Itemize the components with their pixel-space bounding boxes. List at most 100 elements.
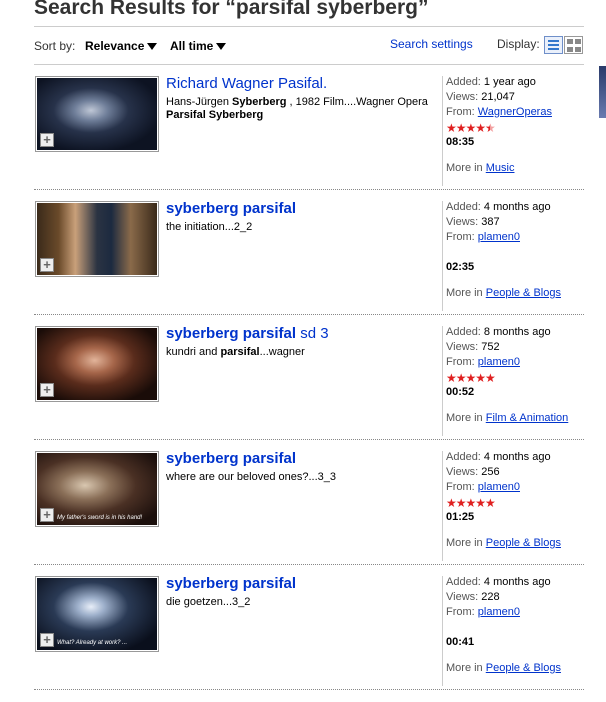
video-description: the initiation...2_2	[166, 221, 431, 234]
uploader-link[interactable]: plamen0	[478, 481, 520, 493]
video-duration: 00:52	[446, 386, 475, 398]
views-label: Views:	[446, 341, 482, 353]
video-title-link[interactable]: syberberg parsifal	[166, 449, 431, 468]
description-text: where are our beloved ones?...3_3	[166, 471, 337, 483]
video-title-link[interactable]: Richard Wagner Pasifal.	[166, 74, 431, 93]
chevron-down-icon	[147, 43, 158, 50]
sort-dropdown[interactable]: Relevance	[85, 39, 158, 53]
more-in-label: More in	[446, 662, 486, 674]
more-in-label: More in	[446, 537, 486, 549]
from-label: From:	[446, 356, 478, 368]
add-to-queue-icon[interactable]: +	[40, 508, 54, 522]
description-text: the initiation...2_2	[166, 221, 253, 233]
video-title-link[interactable]: syberberg parsifal sd 3	[166, 324, 431, 343]
uploader: From: plamen0	[446, 481, 520, 493]
description-text: ...wagner	[259, 346, 305, 358]
uploader-link[interactable]: WagnerOperas	[478, 106, 552, 118]
video-duration: 01:25	[446, 511, 475, 523]
views-label: Views:	[446, 91, 482, 103]
description-text: , 1982 Film....Wagner Opera	[286, 96, 428, 108]
views-label: Views:	[446, 466, 482, 478]
result-item: + My father's sword is in his hand! syberb…	[34, 440, 584, 565]
add-to-queue-icon[interactable]: +	[40, 258, 54, 272]
result-item: + What? Already at work? ... syberberg par…	[34, 565, 584, 690]
title-highlight: syberberg parsifal	[166, 200, 297, 217]
add-to-queue-icon[interactable]: +	[40, 633, 54, 647]
video-meta: Added: 4 months ago Views: 387 From: plame…	[442, 201, 584, 311]
added-label: Added:	[446, 576, 484, 588]
uploader: From: plamen0	[446, 231, 520, 243]
views-label: Views:	[446, 216, 482, 228]
list-view-button[interactable]	[544, 36, 563, 54]
views-value: 228	[481, 591, 500, 603]
video-duration: 08:35	[446, 136, 475, 148]
add-to-queue-icon[interactable]: +	[40, 383, 54, 397]
category-link[interactable]: Music	[486, 162, 515, 174]
from-label: From:	[446, 481, 478, 493]
added-value: 4 months ago	[483, 451, 551, 463]
display-label: Display:	[497, 37, 540, 51]
time-dropdown[interactable]: All time	[170, 39, 227, 53]
description-highlight: Syberberg	[232, 96, 287, 108]
video-description: Hans-Jürgen Syberberg , 1982 Film....Wag…	[166, 96, 431, 122]
page-title: Search Results for “parsifal syberberg”	[34, 0, 429, 19]
uploader-link[interactable]: plamen0	[478, 231, 520, 243]
view-count: Views: 256	[446, 466, 500, 478]
time-value: All time	[170, 39, 214, 53]
video-thumbnail[interactable]: +	[35, 76, 159, 152]
category-link[interactable]: People & Blogs	[486, 537, 561, 549]
uploader: From: WagnerOperas	[446, 106, 552, 118]
title-highlight: syberberg parsifal	[166, 325, 297, 342]
video-title-link[interactable]: syberberg parsifal	[166, 199, 431, 218]
added-date: Added: 1 year ago	[446, 76, 536, 88]
description-text: Hans-Jürgen	[166, 96, 233, 108]
description-text: kundri and	[166, 346, 221, 358]
search-settings-link[interactable]: Search settings	[390, 37, 473, 51]
video-thumbnail[interactable]: + My father's sword is in his hand!	[35, 451, 159, 527]
view-count: Views: 228	[446, 591, 500, 603]
thumbnail-image: + What? Already at work? ...	[37, 578, 157, 650]
toolbar: Sort by: Relevance All time Search setti…	[34, 36, 584, 58]
uploader: From: plamen0	[446, 606, 520, 618]
added-label: Added:	[446, 76, 484, 88]
category-link[interactable]: Film & Animation	[486, 412, 569, 424]
result-info: syberberg parsifal sd 3 kundri and parsif…	[166, 324, 431, 359]
video-meta: Added: 1 year ago Views: 21,047 From: Wagn…	[442, 76, 584, 186]
result-item: + Richard Wagner Pasifal. Hans-Jürgen Sybe…	[34, 65, 584, 190]
thumbnail-image: +	[37, 78, 157, 150]
view-count: Views: 752	[446, 341, 500, 353]
category-link[interactable]: People & Blogs	[486, 662, 561, 674]
uploader-link[interactable]: plamen0	[478, 606, 520, 618]
uploader-link[interactable]: plamen0	[478, 356, 520, 368]
video-thumbnail[interactable]: + What? Already at work? ...	[35, 576, 159, 652]
video-title-link[interactable]: syberberg parsifal	[166, 574, 431, 593]
video-thumbnail[interactable]: +	[35, 201, 159, 277]
sort-label: Sort by:	[34, 39, 76, 53]
more-in-label: More in	[446, 412, 486, 424]
video-meta: Added: 8 months ago Views: 752 From: plame…	[442, 326, 584, 436]
star-rating: ★★★★★	[446, 371, 496, 385]
from-label: From:	[446, 106, 478, 118]
title-text: Richard Wagner Pasifal.	[166, 75, 328, 92]
video-description: die goetzen...3_2	[166, 596, 431, 609]
thumbnail-image: + My father's sword is in his hand!	[37, 453, 157, 525]
video-thumbnail[interactable]: +	[35, 326, 159, 402]
result-info: syberberg parsifal the initiation...2_2	[166, 199, 431, 234]
views-value: 752	[481, 341, 500, 353]
add-to-queue-icon[interactable]: +	[40, 133, 54, 147]
result-item: + syberberg parsifal sd 3 kundri and parsi…	[34, 315, 584, 440]
grid-view-button[interactable]	[564, 36, 583, 54]
thumbnail-caption: My father's sword is in his hand!	[57, 515, 143, 521]
side-thumbnail[interactable]	[599, 66, 606, 118]
result-info: syberberg parsifal where are our beloved …	[166, 449, 431, 484]
from-label: From:	[446, 606, 478, 618]
more-in-label: More in	[446, 162, 486, 174]
title-divider	[34, 26, 584, 27]
added-value: 8 months ago	[483, 326, 551, 338]
description-text: die goetzen...3_2	[166, 596, 251, 608]
category-link[interactable]: People & Blogs	[486, 287, 561, 299]
added-label: Added:	[446, 451, 484, 463]
added-label: Added:	[446, 201, 484, 213]
result-info: syberberg parsifal die goetzen...3_2	[166, 574, 431, 609]
video-meta: Added: 4 months ago Views: 228 From: plame…	[442, 576, 584, 686]
